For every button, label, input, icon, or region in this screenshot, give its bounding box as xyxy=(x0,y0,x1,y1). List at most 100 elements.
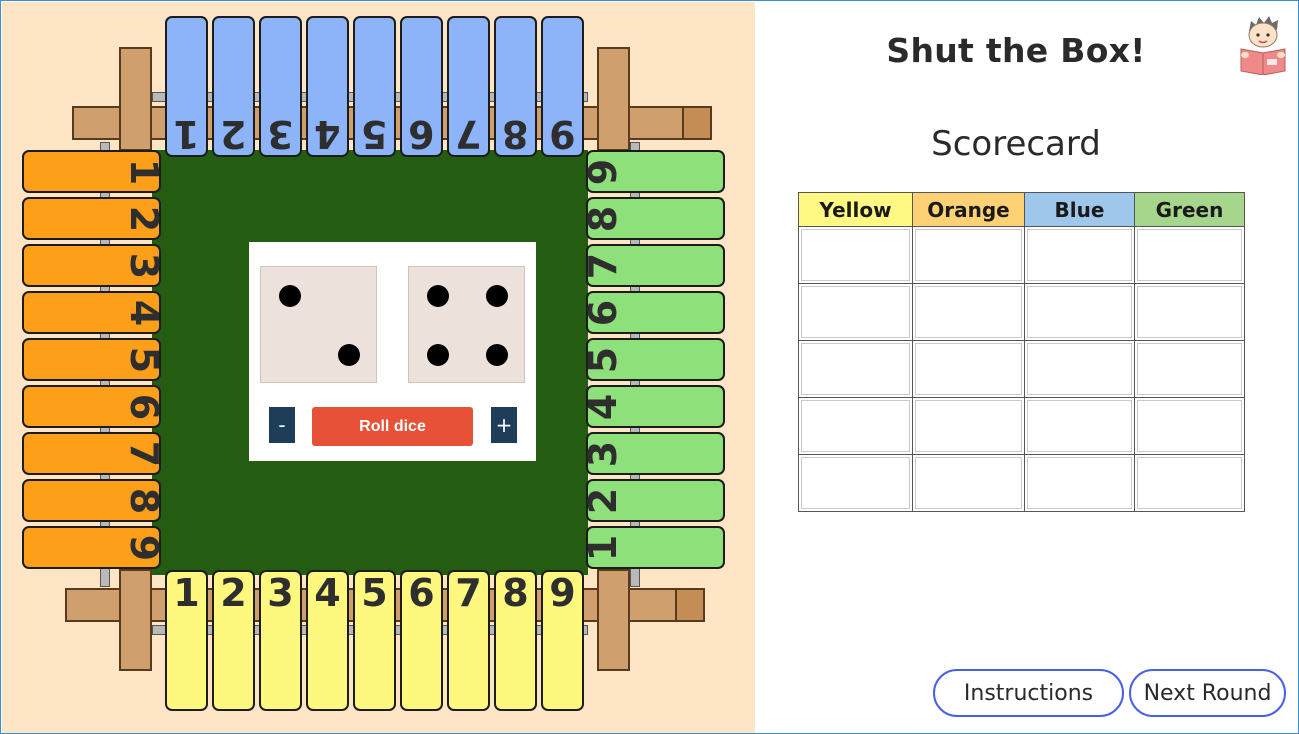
tile-number: 8 xyxy=(502,571,529,615)
tile-number: 3 xyxy=(581,440,626,467)
tile-number: 9 xyxy=(121,534,166,561)
orange-tile-9[interactable]: 9 xyxy=(22,526,166,569)
score-cell xyxy=(1134,340,1245,398)
table-row xyxy=(798,340,1245,398)
tile-number: 8 xyxy=(581,205,626,232)
blue-tile-8[interactable]: 8 xyxy=(494,16,537,157)
right-top-post xyxy=(597,47,630,151)
yellow-tile-3[interactable]: 3 xyxy=(259,570,302,711)
green-tile-8[interactable]: 8 xyxy=(581,197,725,240)
scorecard-title: Scorecard xyxy=(931,124,1101,164)
column-header-yellow: Yellow xyxy=(798,192,913,227)
tile-number: 1 xyxy=(581,534,626,561)
score-cell xyxy=(1134,454,1245,512)
die-pip xyxy=(427,343,450,366)
tile-number: 2 xyxy=(220,571,247,615)
orange-tile-6[interactable]: 6 xyxy=(22,385,166,428)
blue-tile-7[interactable]: 7 xyxy=(447,16,490,157)
score-cell xyxy=(1024,283,1135,341)
yellow-tile-2[interactable]: 2 xyxy=(212,570,255,711)
tile-number: 6 xyxy=(408,112,435,156)
app-window: 1 2 3 4 5 6 7 8 9 1 2 3 4 5 6 7 8 9 1 2 … xyxy=(0,0,1299,734)
tile-number: 1 xyxy=(121,158,166,185)
green-tile-9[interactable]: 9 xyxy=(581,150,725,193)
blue-tile-4[interactable]: 4 xyxy=(306,16,349,157)
score-cell xyxy=(798,454,913,512)
tile-number: 4 xyxy=(314,112,341,156)
yellow-tile-8[interactable]: 8 xyxy=(494,570,537,711)
green-tile-4[interactable]: 4 xyxy=(581,385,725,428)
yellow-tile-5[interactable]: 5 xyxy=(353,570,396,711)
score-cell xyxy=(798,226,913,284)
tile-number: 6 xyxy=(121,393,166,420)
top-plank-end xyxy=(682,106,712,140)
tile-number: 5 xyxy=(581,346,626,373)
orange-tile-1[interactable]: 1 xyxy=(22,150,166,193)
yellow-tile-6[interactable]: 6 xyxy=(400,570,443,711)
scorecard-table: Yellow Orange Blue Green xyxy=(798,192,1245,512)
roll-dice-button[interactable]: Roll dice xyxy=(312,407,473,446)
blue-tile-6[interactable]: 6 xyxy=(400,16,443,157)
die-pip xyxy=(279,285,302,308)
blue-tile-5[interactable]: 5 xyxy=(353,16,396,157)
blue-tile-2[interactable]: 2 xyxy=(212,16,255,157)
yellow-tile-7[interactable]: 7 xyxy=(447,570,490,711)
tile-number: 2 xyxy=(581,487,626,514)
tile-number: 6 xyxy=(408,571,435,615)
right-bottom-post xyxy=(597,569,630,671)
instructions-button[interactable]: Instructions xyxy=(933,669,1124,717)
score-cell xyxy=(1134,226,1245,284)
score-cell xyxy=(798,340,913,398)
yellow-tile-4[interactable]: 4 xyxy=(306,570,349,711)
tile-number: 7 xyxy=(455,571,482,615)
score-cell xyxy=(1024,454,1135,512)
orange-tile-3[interactable]: 3 xyxy=(22,244,166,287)
decrease-dice-button[interactable]: - xyxy=(269,407,295,443)
orange-tile-5[interactable]: 5 xyxy=(22,338,166,381)
green-tile-7[interactable]: 7 xyxy=(581,244,725,287)
tile-number: 8 xyxy=(121,487,166,514)
tile-number: 1 xyxy=(173,571,200,615)
die-pip xyxy=(427,285,450,308)
reading-boy-icon xyxy=(1240,16,1286,75)
table-row xyxy=(798,454,1245,512)
dice-panel: - Roll dice + xyxy=(249,242,536,461)
score-cell xyxy=(798,283,913,341)
yellow-tile-1[interactable]: 1 xyxy=(165,570,208,711)
orange-tile-4[interactable]: 4 xyxy=(22,291,166,334)
green-tile-6[interactable]: 6 xyxy=(581,291,725,334)
score-cell xyxy=(1024,397,1135,455)
score-cell xyxy=(798,397,913,455)
table-row xyxy=(798,397,1245,455)
yellow-tile-9[interactable]: 9 xyxy=(541,570,584,711)
column-header-blue: Blue xyxy=(1024,192,1135,227)
left-bottom-post xyxy=(119,569,152,671)
green-tile-1[interactable]: 1 xyxy=(581,526,725,569)
die-pip xyxy=(485,285,508,308)
scorecard-header-row: Yellow Orange Blue Green xyxy=(798,192,1245,227)
blue-tile-9[interactable]: 9 xyxy=(541,16,584,157)
orange-tile-7[interactable]: 7 xyxy=(22,432,166,475)
green-tile-5[interactable]: 5 xyxy=(581,338,725,381)
tile-number: 2 xyxy=(121,205,166,232)
game-board: 1 2 3 4 5 6 7 8 9 1 2 3 4 5 6 7 8 9 1 2 … xyxy=(2,2,755,733)
score-cell xyxy=(912,454,1025,512)
next-round-button[interactable]: Next Round xyxy=(1129,669,1286,717)
green-tile-3[interactable]: 3 xyxy=(581,432,725,475)
increase-dice-button[interactable]: + xyxy=(491,407,517,443)
score-cell xyxy=(912,283,1025,341)
score-cell xyxy=(912,397,1025,455)
orange-tile-2[interactable]: 2 xyxy=(22,197,166,240)
tile-number: 7 xyxy=(455,112,482,156)
orange-tile-8[interactable]: 8 xyxy=(22,479,166,522)
tile-number: 8 xyxy=(502,112,529,156)
tile-number: 9 xyxy=(581,158,626,185)
blue-tile-1[interactable]: 1 xyxy=(165,16,208,157)
page-title: Shut the Box! xyxy=(886,31,1146,70)
die-right xyxy=(408,266,525,383)
tile-number: 3 xyxy=(267,112,294,156)
table-row xyxy=(798,283,1245,341)
tile-number: 7 xyxy=(581,252,626,279)
green-tile-2[interactable]: 2 xyxy=(581,479,725,522)
blue-tile-3[interactable]: 3 xyxy=(259,16,302,157)
